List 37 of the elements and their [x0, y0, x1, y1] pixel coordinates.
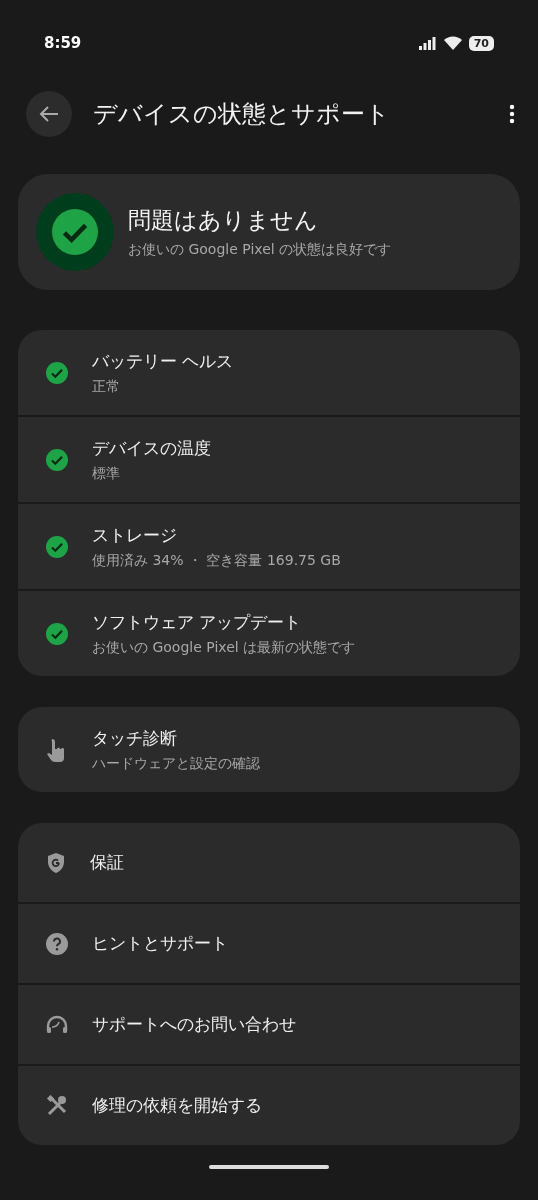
- item-title: ストレージ: [92, 523, 178, 547]
- support-item[interactable]: 修理の依頼を開始する: [18, 1066, 520, 1145]
- item-title: デバイスの温度: [92, 436, 211, 460]
- item-subtitle: 標準: [92, 464, 121, 483]
- headset-icon: [46, 1014, 68, 1035]
- support-item[interactable]: サポートへのお問い合わせ: [18, 985, 520, 1064]
- back-arrow-icon: [39, 105, 59, 123]
- item-subtitle: ハードウェアと設定の確認: [92, 754, 260, 773]
- summary-subtitle: お使いの Google Pixel の状態は良好です: [128, 241, 392, 259]
- wifi-icon: [443, 36, 462, 50]
- item-subtitle: 使用済み 34% ・ 空き容量 169.75 GB: [92, 551, 341, 570]
- support-item[interactable]: ヒントとサポート: [18, 904, 520, 983]
- status-time: 8:59: [44, 34, 82, 52]
- check-item[interactable]: ストレージ 使用済み 34% ・ 空き容量 169.75 GB: [18, 504, 520, 589]
- item-title: 修理の依頼を開始する: [92, 1094, 262, 1117]
- battery-indicator: 70: [468, 35, 494, 51]
- check-item[interactable]: バッテリー ヘルス 正常: [18, 330, 520, 415]
- page-title: デバイスの状態とサポート: [93, 99, 391, 130]
- support-item[interactable]: 保証: [18, 823, 520, 902]
- signal-icon: [418, 36, 437, 50]
- more-icon: [509, 104, 515, 124]
- item-title: 保証: [90, 851, 124, 874]
- back-button[interactable]: [26, 91, 72, 137]
- touch-diagnostics-item[interactable]: タッチ診断 ハードウェアと設定の確認: [18, 707, 520, 792]
- item-subtitle: 正常: [92, 377, 121, 396]
- check-item[interactable]: ソフトウェア アップデート お使いの Google Pixel は最新の状態です: [18, 591, 520, 676]
- item-subtitle: お使いの Google Pixel は最新の状態です: [92, 638, 356, 657]
- item-title: サポートへのお問い合わせ: [92, 1013, 296, 1036]
- item-title: タッチ診断: [92, 726, 178, 750]
- item-title: ヒントとサポート: [92, 932, 228, 955]
- check-item[interactable]: デバイスの温度 標準: [18, 417, 520, 502]
- summary-title: 問題はありません: [128, 206, 319, 235]
- item-title: ソフトウェア アップデート: [92, 610, 303, 634]
- shield-icon: [46, 851, 66, 874]
- help-icon: [46, 932, 68, 955]
- item-title: バッテリー ヘルス: [92, 349, 234, 373]
- tools-icon: [46, 1094, 68, 1117]
